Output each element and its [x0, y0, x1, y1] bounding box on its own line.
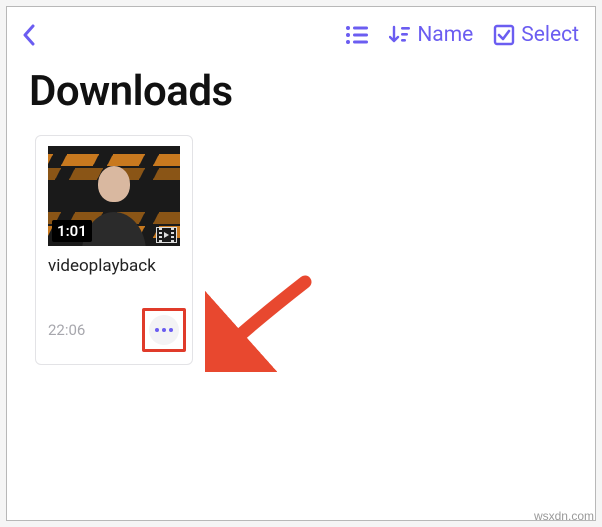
video-type-icon	[156, 227, 177, 243]
duration-badge: 1:01	[52, 220, 92, 242]
file-name: videoplayback	[48, 256, 180, 276]
list-icon	[345, 25, 369, 45]
watermark: wsxdn.com	[534, 509, 594, 523]
back-button[interactable]	[21, 24, 36, 46]
sort-label: Name	[417, 23, 473, 47]
select-button[interactable]: Select	[493, 23, 579, 47]
more-icon	[155, 328, 159, 332]
file-thumbnail: 1:01	[48, 146, 180, 246]
more-options-button[interactable]	[149, 315, 179, 345]
select-label: Select	[521, 23, 579, 47]
toolbar: Name Select	[7, 7, 595, 63]
file-timestamp: 22:06	[48, 321, 85, 339]
annotation-highlight	[142, 308, 186, 352]
sort-icon	[389, 25, 411, 45]
file-card[interactable]: 1:01 videoplayback 22:06	[35, 135, 193, 365]
sort-button[interactable]: Name	[389, 23, 473, 47]
view-list-button[interactable]	[345, 25, 369, 45]
checkbox-icon	[493, 24, 515, 46]
page-title: Downloads	[7, 63, 595, 128]
annotation-arrow-icon	[205, 272, 315, 372]
chevron-left-icon	[21, 24, 36, 46]
